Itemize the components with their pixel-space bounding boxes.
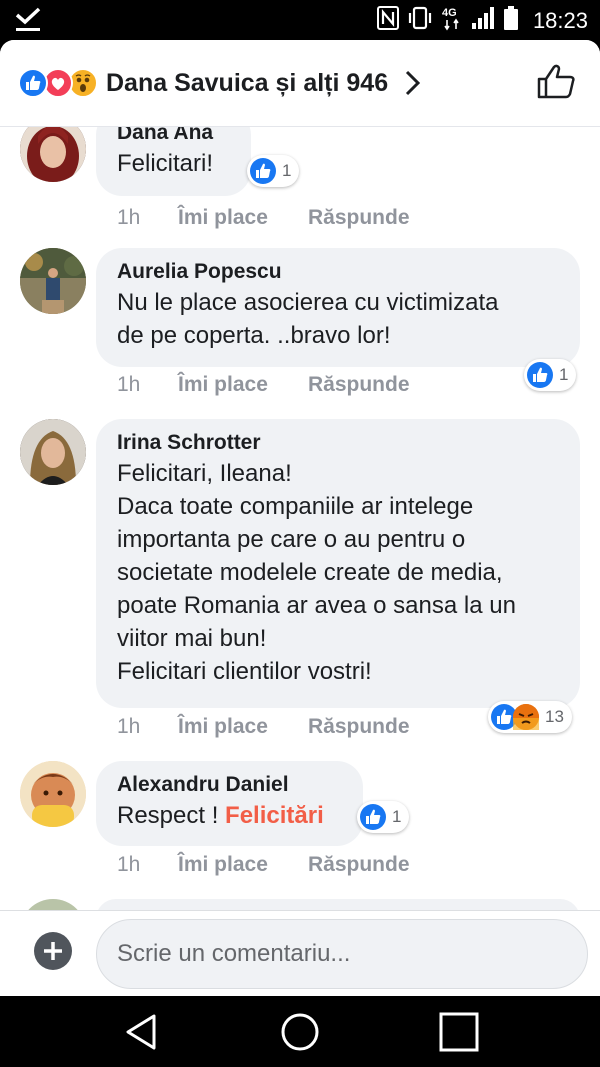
- like-comment-button[interactable]: Îmi place: [178, 853, 268, 877]
- comment-author[interactable]: Aurelia Popescu: [117, 258, 560, 286]
- reaction-count: 13: [545, 707, 564, 726]
- comments-sheet: Dana Savuica și alți 946 Dana Ana Felici…: [0, 40, 600, 996]
- comment-time: 1h: [117, 715, 141, 738]
- reaction-summary[interactable]: [18, 68, 102, 98]
- reaction-count: 1: [282, 161, 292, 180]
- status-bar: 4G 18:23: [0, 0, 600, 40]
- recents-button[interactable]: [437, 1010, 481, 1054]
- reaction-pill[interactable]: 13: [488, 701, 572, 733]
- svg-text:4G: 4G: [442, 7, 457, 19]
- comment-time: 1h: [117, 853, 141, 876]
- comment-time: 1h: [117, 206, 141, 229]
- reply-button[interactable]: Răspunde: [308, 853, 410, 877]
- reaction-pill[interactable]: 1: [357, 801, 410, 833]
- comment-author[interactable]: Dana Ana: [117, 127, 231, 147]
- comment-author[interactable]: Alexandru Daniel: [117, 771, 343, 799]
- reaction-count: 1: [392, 807, 402, 826]
- comment-text-plain: Respect !: [117, 802, 226, 829]
- comment-bubble[interactable]: Dana Ana Felicitari!: [96, 127, 251, 196]
- comment-bubble[interactable]: [96, 899, 580, 910]
- comment-bubble[interactable]: Alexandru Daniel Respect ! Felicitări: [96, 761, 363, 846]
- reaction-pill[interactable]: 1: [524, 359, 577, 391]
- avatar[interactable]: [20, 899, 86, 910]
- reply-button[interactable]: Răspunde: [308, 206, 410, 230]
- avatar[interactable]: [20, 761, 86, 827]
- status-time: 18:23: [532, 7, 588, 33]
- comment-text: Felicitari!: [117, 150, 214, 177]
- like-icon: [527, 362, 553, 388]
- reply-button[interactable]: Răspunde: [308, 715, 410, 739]
- avatar[interactable]: [20, 248, 86, 314]
- comment-text-highlight: Felicitări: [225, 802, 324, 829]
- comment-input[interactable]: [96, 919, 588, 989]
- avatar[interactable]: [20, 127, 86, 182]
- add-attachment-button[interactable]: [34, 932, 72, 970]
- comment-text: viitor mai bun!: [117, 625, 267, 652]
- comment-bubble[interactable]: Irina Schrotter Felicitari, Ileana! Daca…: [96, 419, 580, 708]
- comment-text: Daca toate companiile ar intelege: [117, 493, 474, 520]
- reply-button[interactable]: Răspunde: [308, 373, 410, 397]
- comment-text: societate modelele create de media,: [117, 559, 503, 586]
- vibrate-icon: [407, 6, 433, 35]
- like-comment-button[interactable]: Îmi place: [178, 715, 268, 739]
- recents-square-icon: [439, 1012, 479, 1052]
- comment-composer: [0, 910, 600, 996]
- back-button[interactable]: [120, 1010, 164, 1054]
- plus-icon: [44, 942, 62, 960]
- back-triangle-icon: [126, 1014, 156, 1050]
- home-button[interactable]: [278, 1010, 322, 1054]
- like-comment-button[interactable]: Îmi place: [178, 373, 268, 397]
- home-circle-icon: [281, 1013, 319, 1051]
- nfc-icon: [376, 6, 399, 35]
- like-post-button[interactable]: [536, 64, 576, 105]
- angry-icon: [513, 704, 539, 730]
- comment-text: Nu le place asocierea cu victimizata: [117, 289, 499, 316]
- network-type-icon: 4G: [441, 5, 463, 36]
- comment-text: Felicitari, Ileana!: [117, 460, 292, 487]
- comment-text: Respect ! Felicitări: [117, 799, 343, 832]
- reaction-count: 1: [559, 365, 569, 384]
- comment-text: importanta pe care o au pentru o: [117, 526, 466, 553]
- comment-bubble[interactable]: Aurelia Popescu Nu le place asocierea cu…: [96, 248, 580, 367]
- signal-icon: [471, 6, 495, 35]
- like-comment-button[interactable]: Îmi place: [178, 206, 268, 230]
- comment-text: poate Romania ar avea o sansa la un: [117, 592, 516, 619]
- reaction-pill[interactable]: 1: [247, 155, 300, 187]
- like-icon: [250, 158, 276, 184]
- like-icon: [360, 804, 386, 830]
- check-notification-icon: [14, 7, 42, 38]
- system-nav-bar: [0, 996, 600, 1067]
- comment-text: de pe coperta. ..bravo lor!: [117, 322, 391, 349]
- reactors-title[interactable]: Dana Savuica și alți 946: [106, 69, 388, 98]
- comment-time: 1h: [117, 373, 141, 396]
- battery-icon: [503, 5, 519, 36]
- avatar[interactable]: [20, 419, 86, 485]
- reactions-header[interactable]: Dana Savuica și alți 946: [0, 40, 600, 127]
- chevron-right-icon[interactable]: [403, 69, 423, 102]
- comment-text: Felicitari clientilor vostri!: [117, 658, 372, 685]
- comment-author[interactable]: Irina Schrotter: [117, 429, 560, 457]
- like-icon: [18, 68, 48, 98]
- thumbs-up-outline-icon: [537, 64, 575, 99]
- comment-list[interactable]: Dana Ana Felicitari! 1 1h Îmi place Răsp…: [0, 127, 600, 910]
